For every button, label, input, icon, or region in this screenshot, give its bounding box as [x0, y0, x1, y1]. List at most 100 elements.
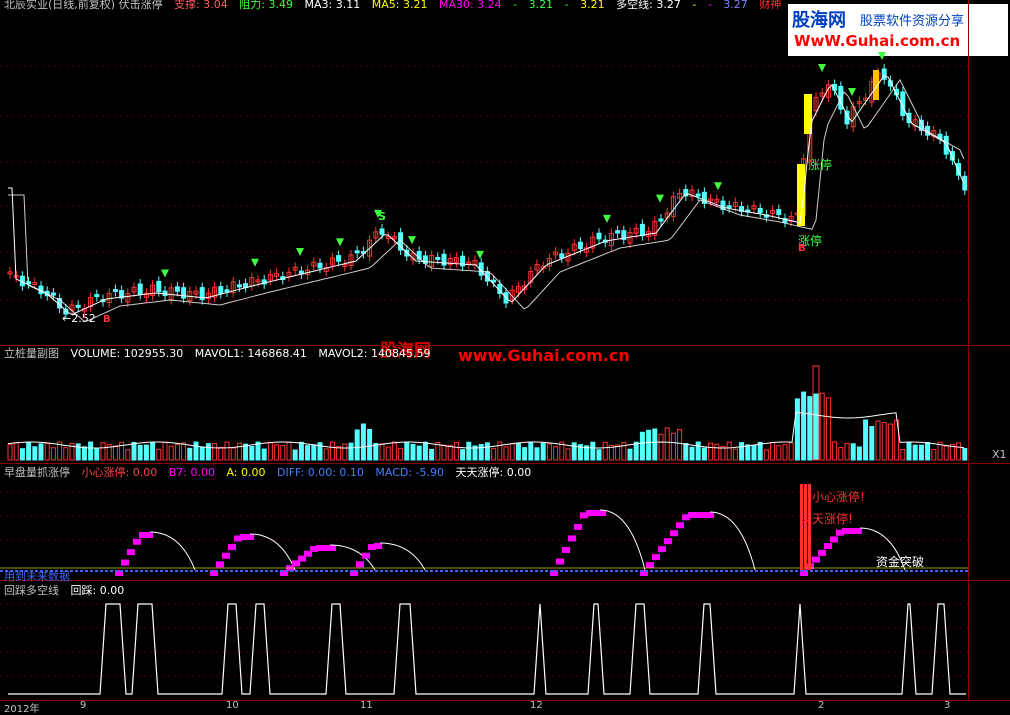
candle-body [441, 253, 447, 266]
macd-curve [709, 511, 756, 571]
volume-bar [708, 442, 714, 461]
volume-bar [88, 441, 94, 461]
volume-bar [553, 446, 559, 461]
volume-bar [906, 441, 912, 461]
volume-bar [900, 448, 906, 461]
volume-bar [336, 446, 342, 461]
volume-bar [528, 441, 534, 461]
volume-bar [664, 427, 670, 461]
volume-bar [199, 446, 205, 461]
volume-bar [348, 442, 354, 461]
volume-bar [509, 443, 515, 461]
volume-bar [187, 447, 193, 461]
volume-bar [794, 398, 800, 461]
macd-step [145, 532, 153, 538]
candle-body [757, 207, 763, 214]
candle-body [577, 241, 583, 250]
candle-body [112, 288, 118, 292]
candle-body [639, 223, 645, 237]
volume-bar [75, 443, 81, 461]
volume-bar [689, 446, 695, 461]
signal-arrow-icon [656, 194, 664, 203]
candle-body [317, 262, 323, 269]
volume-bar [627, 448, 633, 461]
candle-body [137, 283, 143, 295]
volume-bar [701, 447, 707, 461]
volume-bar [918, 444, 924, 461]
candle-body [695, 193, 701, 197]
volume-bar [801, 391, 807, 461]
candle-body [181, 287, 187, 299]
volume-bar [819, 392, 825, 461]
volume-bar [94, 448, 100, 461]
macd-step [246, 534, 254, 540]
volume-bar [112, 445, 118, 461]
volume-bar [137, 444, 143, 461]
macd-step [356, 561, 364, 568]
volume-bar [292, 449, 298, 461]
volume-bar [726, 441, 732, 461]
volume-bar [515, 442, 521, 461]
volume-bar [391, 441, 397, 461]
volume-bar [193, 441, 199, 461]
candle-body [658, 218, 664, 222]
macd-step [676, 522, 684, 529]
macd-curve [859, 527, 906, 571]
macd-curve [249, 533, 296, 571]
volume-bar [571, 442, 577, 461]
volume-bar [658, 433, 664, 461]
candle-body [75, 304, 81, 308]
macd-step [556, 558, 564, 565]
signal-arrow-icon [296, 248, 304, 256]
pullback-pulse-line [8, 603, 966, 695]
macd-step [854, 528, 862, 534]
candle-body [559, 253, 565, 259]
candle-body [156, 280, 162, 293]
volume-bar [174, 443, 180, 461]
volume-bar [131, 441, 137, 461]
volume-bar [162, 441, 168, 461]
signal-arrow-icon [476, 250, 484, 259]
volume-bar [44, 442, 50, 461]
candle-body [236, 284, 242, 288]
volume-bar [732, 448, 738, 461]
volume-bar [422, 441, 428, 461]
volume-bar [385, 446, 391, 461]
volume-bar [125, 449, 131, 461]
candle-body [94, 294, 100, 298]
volume-bar [373, 442, 379, 461]
volume-bar [429, 448, 435, 461]
volume-bar [633, 441, 639, 461]
volume-bar [757, 441, 763, 461]
volume-bar [503, 446, 509, 461]
signal-arrow-icon [878, 52, 886, 60]
signal-arrow-icon [408, 236, 416, 245]
candle-body [336, 255, 342, 262]
macd-curve [149, 531, 196, 571]
volume-bar [447, 444, 453, 461]
volume-bar [218, 446, 224, 461]
volume-bar [763, 449, 769, 461]
volume-bar [478, 444, 484, 461]
volume-bar [956, 442, 962, 461]
volume-bar [367, 428, 373, 461]
macd-step [127, 549, 135, 556]
candle-body [224, 289, 230, 293]
volume-bar [850, 443, 856, 461]
volume-bar [695, 441, 701, 461]
volume-bar [825, 397, 831, 461]
volume-bar [782, 444, 788, 461]
signal-arrow-icon [251, 258, 259, 267]
volume-bar [63, 447, 69, 461]
volume-bar [943, 445, 949, 461]
candle-body [50, 292, 56, 296]
candle-body [379, 228, 385, 235]
volume-bar [745, 444, 751, 461]
volume-bar [7, 444, 13, 461]
volume-bar [863, 419, 869, 461]
volume-bar [931, 449, 937, 461]
volume-bar [212, 443, 218, 461]
limit-signal-bar [808, 484, 811, 570]
volume-bar [230, 447, 236, 461]
candle-body [949, 151, 955, 161]
